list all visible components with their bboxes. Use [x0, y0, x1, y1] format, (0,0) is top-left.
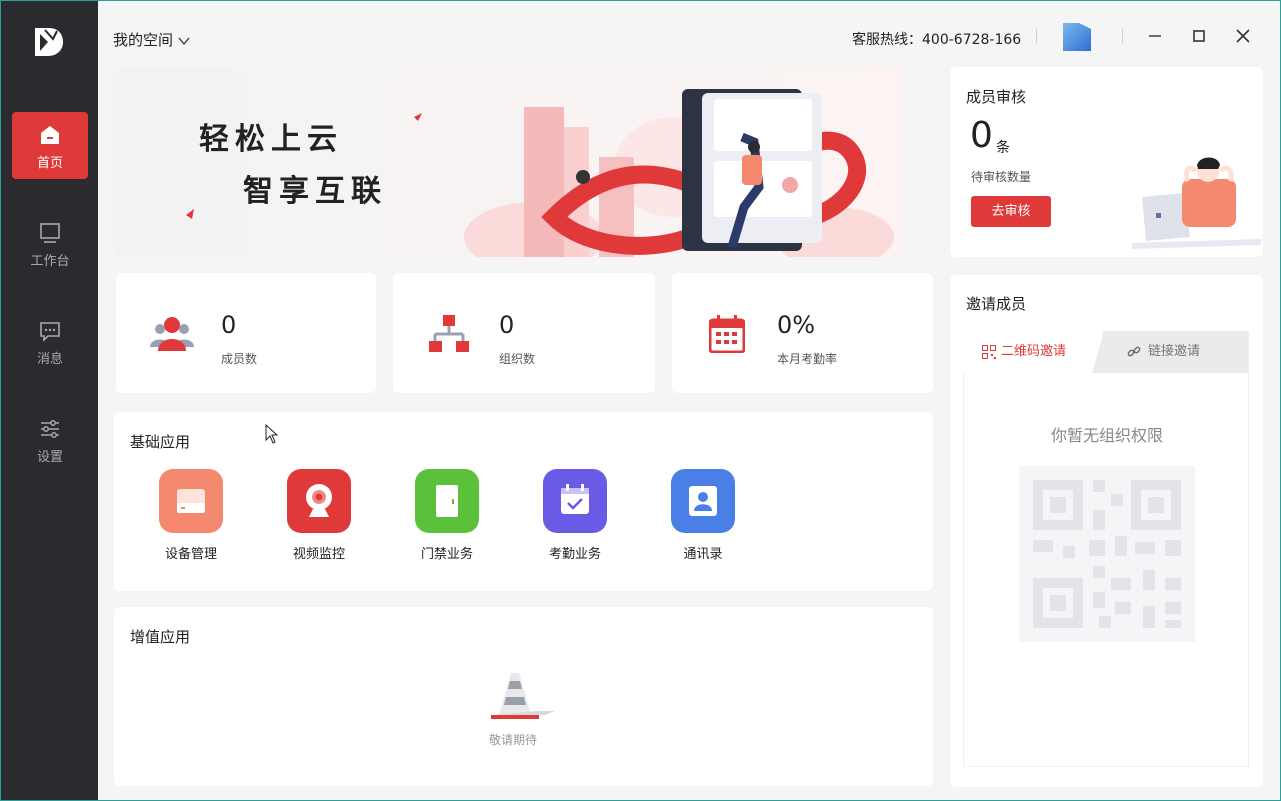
home-icon [41, 126, 59, 144]
section-title: 成员审核 [966, 88, 1027, 106]
divider [1036, 29, 1037, 43]
invite-tabs: 二维码邀请 链接邀请 [963, 331, 1249, 373]
no-permission-text: 你暂无组织权限 [1051, 426, 1164, 445]
sidebar-item-messages[interactable]: 消息 [12, 308, 88, 375]
relaxing-person-illustration [1132, 157, 1262, 249]
avatar[interactable] [1063, 23, 1091, 51]
app-label: 考勤业务 [548, 547, 601, 562]
members-icon [150, 317, 194, 351]
app-video-surveillance[interactable]: 视频监控 [269, 469, 369, 562]
sidebar-item-workbench[interactable]: 工作台 [12, 210, 88, 277]
app-logo [35, 28, 63, 56]
app-attendance[interactable]: 考勤业务 [525, 469, 625, 562]
settings-sliders-icon [41, 420, 59, 438]
sidebar-item-settings[interactable]: 设置 [12, 406, 88, 473]
stat-value: 0% [777, 311, 816, 339]
app-label: 通讯录 [683, 547, 723, 562]
tab-label: 二维码邀请 [1001, 344, 1067, 359]
app-device-management[interactable]: 设备管理 [141, 469, 241, 562]
app-access-control[interactable]: 门禁业务 [397, 469, 497, 562]
sidebar-item-label: 设置 [36, 450, 63, 465]
sidebar-item-label: 消息 [36, 352, 63, 367]
sidebar-item-home[interactable]: 首页 [12, 112, 88, 179]
stat-value: 0 [221, 311, 237, 339]
tab-qr-invite[interactable]: 二维码邀请 [963, 331, 1103, 373]
contacts-icon [671, 469, 735, 533]
go-review-button[interactable]: 去审核 [971, 196, 1051, 227]
member-review-card: 成员审核 0 条 待审核数量 [950, 67, 1263, 257]
banner-slogan: 轻松上云 智享互联 [199, 122, 387, 209]
review-desc: 待审核数量 [971, 170, 1032, 184]
maximize-icon[interactable] [1190, 27, 1208, 45]
basic-apps-panel: 基础应用 设备管理 视频监控 门禁业务 考勤业务 通讯录 [114, 412, 933, 591]
stat-label: 组织数 [499, 352, 536, 366]
review-count: 0 [970, 115, 993, 156]
tab-label: 链接邀请 [1148, 344, 1201, 359]
tab-link-invite[interactable]: 链接邀请 [1103, 331, 1249, 373]
coming-soon-text: 敬请期待 [489, 733, 538, 747]
qr-code-placeholder [1019, 466, 1195, 642]
qr-code-icon [982, 345, 996, 359]
section-title: 基础应用 [130, 433, 191, 451]
app-window: 首页 工作台 消息 设置 我的空间 客服热线：400-6728-166 轻松上云… [0, 0, 1281, 801]
app-contacts[interactable]: 通讯录 [653, 469, 753, 562]
traffic-cone-icon [491, 673, 555, 719]
promo-banner: 轻松上云 智享互联 [114, 67, 902, 257]
stat-value: 0 [499, 311, 515, 339]
service-hotline: 客服热线：400-6728-166 [852, 32, 1022, 48]
camera-icon [287, 469, 351, 533]
stat-card-members[interactable]: 0 成员数 [116, 273, 376, 393]
app-label: 设备管理 [164, 547, 217, 562]
sidebar-item-label: 工作台 [30, 254, 70, 269]
space-selector-label: 我的空间 [113, 31, 174, 49]
stat-label: 成员数 [221, 352, 258, 366]
monitor-icon [40, 223, 60, 243]
sidebar-item-label: 首页 [36, 156, 63, 171]
stat-label: 本月考勤率 [777, 352, 838, 366]
chevron-down-icon [178, 37, 190, 45]
door-icon [415, 469, 479, 533]
space-selector[interactable]: 我的空间 [113, 29, 190, 50]
review-unit: 条 [996, 140, 1010, 156]
message-icon [40, 322, 60, 342]
org-chart-icon [429, 315, 469, 352]
attendance-icon [543, 469, 607, 533]
minimize-icon[interactable] [1146, 27, 1164, 45]
section-title: 邀请成员 [966, 295, 1027, 313]
stat-card-attendance[interactable]: 0% 本月考勤率 [672, 273, 933, 393]
close-icon[interactable] [1234, 27, 1252, 45]
value-apps-panel: 增值应用 敬请期待 [114, 607, 933, 786]
mouse-cursor-icon [265, 424, 279, 444]
svg-text:轻松上云: 轻松上云 [199, 122, 343, 157]
app-label: 门禁业务 [420, 547, 473, 562]
link-icon [1127, 346, 1141, 357]
device-icon [159, 469, 223, 533]
calendar-icon [709, 315, 745, 353]
app-label: 视频监控 [292, 547, 345, 562]
sidebar: 首页 工作台 消息 设置 [1, 1, 98, 800]
stat-card-orgs[interactable]: 0 组织数 [393, 273, 655, 393]
svg-text:智享互联: 智享互联 [243, 174, 387, 209]
divider [1122, 29, 1123, 43]
section-title: 增值应用 [130, 628, 191, 646]
